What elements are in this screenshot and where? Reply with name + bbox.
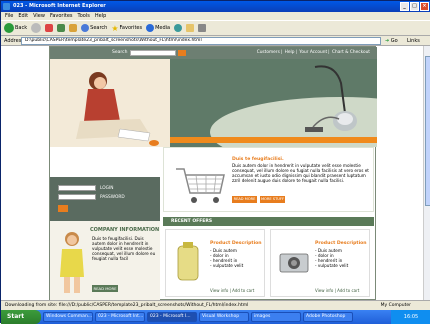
- favorites-button[interactable]: ★ Favorites: [111, 24, 142, 33]
- forward-arrow-icon[interactable]: [31, 23, 42, 33]
- menu-bar: File Edit View Favorites Tools Help: [1, 12, 430, 20]
- recent-offers-heading: RECENT OFFERS: [163, 217, 374, 226]
- taskbar-item[interactable]: Visual Workshop: [199, 312, 249, 322]
- mail-icon[interactable]: [186, 24, 195, 32]
- left-column: LOGIN PASSWORD COMPANY INFORMATION Duis …: [50, 147, 160, 300]
- menu-file[interactable]: File: [5, 12, 13, 20]
- taskbar-item[interactable]: Windows Comman...: [43, 312, 93, 322]
- taskbar-item[interactable]: 023 - Microsoft Int...: [95, 312, 145, 322]
- print-icon[interactable]: [198, 24, 207, 32]
- product-card: Product Description - Duis autem - dolor…: [165, 229, 265, 297]
- product-features: - Duis autem - dolor in - hendrerit in -…: [315, 248, 348, 268]
- address-input[interactable]: D:\public\CASPER\template23_pribalt_scre…: [21, 37, 381, 45]
- site-search-go-button[interactable]: [178, 50, 186, 56]
- scrollbar-thumb[interactable]: [425, 56, 430, 206]
- menu-help[interactable]: Help: [95, 12, 106, 20]
- vertical-scrollbar[interactable]: [423, 46, 430, 300]
- back-arrow-icon: [4, 23, 14, 33]
- menu-favorites[interactable]: Favorites: [50, 12, 73, 20]
- login-submit-button[interactable]: [58, 205, 68, 212]
- taskbar-item[interactable]: 023 - Microsoft I...: [147, 312, 197, 322]
- feature-text: Duis autem dolor in hendrerit in vulputa…: [232, 163, 369, 183]
- feature-box: Duis te feugifacilisi. Duis autem dolor …: [163, 147, 374, 212]
- site-header: Search Customers| Help| Your Account| Ch…: [50, 47, 377, 59]
- taskbar: Start Windows Comman... 023 - Microsoft …: [1, 310, 430, 324]
- window-title: 023 - Microsoft Internet Explorer: [13, 3, 106, 9]
- feature-heading: Duis te feugifacilisi.: [232, 157, 284, 162]
- toolbar: Back Search ★ Favorites Media: [1, 20, 430, 36]
- company-read-more-button[interactable]: READ MORE: [92, 285, 118, 292]
- menu-view[interactable]: View: [33, 12, 45, 20]
- media-button[interactable]: Media: [146, 24, 170, 32]
- password-label: PASSWORD: [100, 194, 125, 200]
- feature-read-more-button[interactable]: READ MORE: [232, 196, 257, 203]
- company-text: Duis te feugifacilisi. Duis autem dolor …: [92, 236, 156, 261]
- top-links: Customers| Help| Your Account| Chart & C…: [256, 50, 370, 55]
- product-feature: - vulputate velit: [315, 263, 349, 268]
- link-customers[interactable]: Customers: [257, 50, 280, 55]
- links-button[interactable]: Links: [407, 36, 420, 46]
- link-help[interactable]: Help: [285, 50, 295, 55]
- link-chart-checkout[interactable]: Chart & Checkout: [332, 50, 370, 55]
- camera-product-image: [279, 253, 309, 273]
- vacuum-cleaner-image: [305, 65, 357, 132]
- product-feature: - vulputate velit: [210, 263, 244, 268]
- go-button[interactable]: ➜ Go: [385, 37, 398, 45]
- link-your-account[interactable]: Your Account: [299, 50, 327, 55]
- product-features: - Duis autem - dolor in - hendrerit in -…: [210, 248, 243, 268]
- taskbar-item[interactable]: Adobe Photoshop: [303, 312, 353, 322]
- bottle-product-image: [177, 242, 199, 281]
- company-heading: COMPANY INFORMATION: [90, 227, 160, 233]
- status-text: Downloading from site: file:///D:/public…: [5, 303, 249, 308]
- login-label: LOGIN: [100, 185, 114, 191]
- product-links[interactable]: View info | Add to cart: [210, 288, 254, 293]
- browser-window: 023 - Microsoft Internet Explorer _ □ × …: [0, 0, 430, 324]
- title-bar: 023 - Microsoft Internet Explorer _ □ ×: [1, 1, 430, 12]
- address-bar: Address D:\public\CASPER\template23_prib…: [1, 36, 430, 46]
- search-label: Search: [112, 50, 128, 55]
- product-card: Product Description - Duis autem - dolor…: [270, 229, 370, 297]
- go-arrow-icon: ➜: [385, 38, 390, 44]
- product-links[interactable]: View info | Add to cart: [315, 288, 359, 293]
- start-button[interactable]: Start: [1, 310, 41, 324]
- maximize-button[interactable]: □: [410, 2, 419, 11]
- child-image: [60, 232, 84, 293]
- close-button[interactable]: ×: [420, 2, 429, 11]
- refresh-icon[interactable]: [57, 24, 66, 32]
- product-heading: Product Description: [315, 241, 367, 246]
- status-bar: Downloading from site: file:///D:/public…: [1, 300, 430, 310]
- hero-banner: [50, 59, 377, 147]
- website: Search Customers| Help| Your Account| Ch…: [49, 46, 377, 300]
- page-viewport: Search Customers| Help| Your Account| Ch…: [1, 46, 423, 300]
- site-search-input[interactable]: [130, 50, 176, 56]
- product-heading: Product Description: [210, 241, 262, 246]
- minimize-button[interactable]: _: [400, 2, 409, 11]
- history-icon[interactable]: [174, 24, 183, 32]
- star-icon: ★: [111, 23, 119, 33]
- ie-icon: [3, 3, 10, 10]
- feature-more-stuff-button[interactable]: MORE STUFF: [260, 196, 285, 203]
- search-button[interactable]: Search: [81, 24, 107, 32]
- company-info: COMPANY INFORMATION Duis te feugifacilis…: [50, 221, 160, 300]
- stop-icon[interactable]: [45, 24, 54, 32]
- login-box: LOGIN PASSWORD: [50, 177, 160, 221]
- search-icon: [81, 24, 90, 32]
- taskbar-item[interactable]: images: [251, 312, 301, 322]
- woman-reading-image: [50, 59, 170, 147]
- media-icon: [146, 24, 155, 32]
- login-input[interactable]: [58, 185, 96, 191]
- security-zone: My Computer: [380, 303, 411, 308]
- system-clock: 16:05: [391, 310, 430, 324]
- menu-tools[interactable]: Tools: [78, 12, 90, 20]
- home-icon[interactable]: [69, 24, 78, 32]
- password-input[interactable]: [58, 194, 96, 200]
- back-button[interactable]: Back: [4, 23, 27, 33]
- shopping-cart-image: [176, 168, 225, 203]
- menu-edit[interactable]: Edit: [18, 12, 28, 20]
